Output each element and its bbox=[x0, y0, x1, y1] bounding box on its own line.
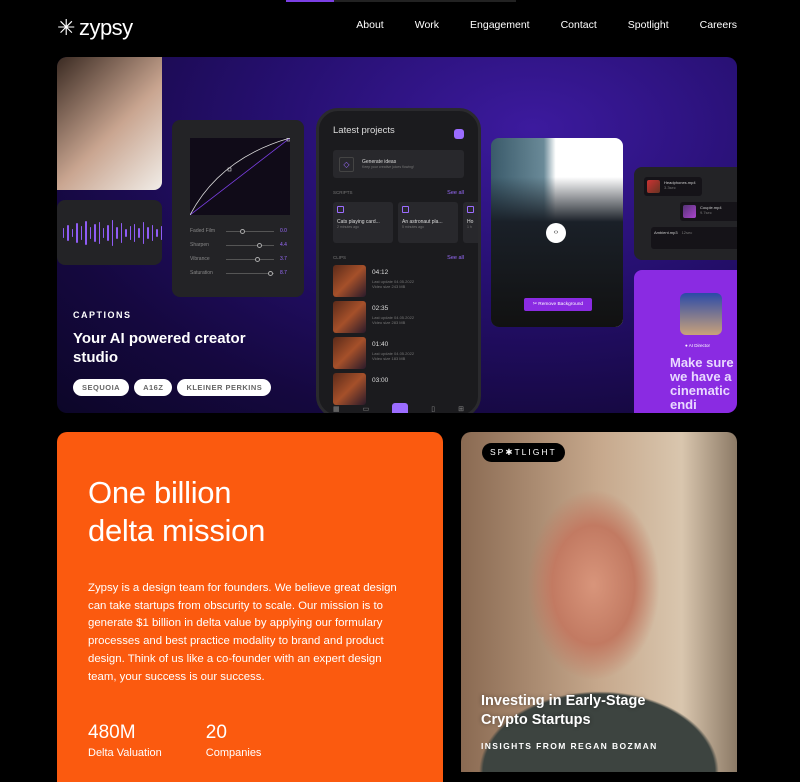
nav-careers[interactable]: Careers bbox=[700, 19, 737, 31]
slider[interactable]: Vibrance 3.7 bbox=[190, 256, 290, 262]
play-icon[interactable]: ▭ bbox=[363, 405, 370, 413]
waveform-bar bbox=[71, 228, 74, 237]
scripts-see-all[interactable]: See all bbox=[447, 190, 464, 196]
waveform-bar bbox=[76, 222, 78, 243]
nav-contact[interactable]: Contact bbox=[561, 19, 597, 31]
generate-subtitle: Keep your creative juices flowing! bbox=[362, 165, 414, 169]
waveform-bar bbox=[147, 226, 149, 239]
spotlight-subtitle: INSIGHTS FROM REGAN BOZMAN bbox=[481, 741, 658, 751]
background-removal-preview: ‹› ✂ Remove Background bbox=[491, 138, 623, 327]
waveform-bar bbox=[89, 226, 92, 239]
waveform-bar bbox=[98, 221, 100, 244]
main-nav: About Work Engagement Contact Spotlight … bbox=[356, 19, 737, 31]
nav-engagement[interactable]: Engagement bbox=[470, 19, 530, 31]
avatar bbox=[454, 129, 464, 139]
waveform-bar bbox=[102, 227, 105, 238]
mission-card: One billion delta mission Zypsy is a desi… bbox=[57, 432, 443, 782]
waveform-bar bbox=[80, 225, 83, 240]
ai-director-message: Make sure we have a cinematic endi bbox=[670, 355, 734, 412]
clip-item[interactable]: 04:12 Last update 04.05.2022 Video size 24… bbox=[333, 265, 464, 297]
waveform-bar bbox=[129, 225, 131, 240]
waveform-bar bbox=[85, 220, 87, 245]
waveform-bar bbox=[67, 224, 69, 241]
clips-see-all[interactable]: See all bbox=[447, 255, 464, 261]
audio-file: Headphones.mp4 3.3sec bbox=[644, 177, 702, 196]
tab-bar: ▦ ▭ ▯ ⊞ bbox=[333, 403, 464, 413]
waveform-bar bbox=[111, 219, 114, 246]
ai-director-label: ● AI Director bbox=[685, 343, 710, 348]
director-avatar bbox=[680, 293, 722, 335]
clips-label: CLIPS bbox=[333, 255, 347, 260]
script-card[interactable]: Cats playing card... 2 minutes ago bbox=[333, 202, 393, 243]
spotlight-badge: SP✱TLIGHT bbox=[482, 443, 565, 462]
nav-spotlight[interactable]: Spotlight bbox=[628, 19, 669, 31]
compare-handle[interactable]: ‹› bbox=[546, 223, 566, 243]
waveform-bar bbox=[160, 225, 163, 240]
curve-graph bbox=[189, 137, 291, 216]
waveform-bar bbox=[120, 222, 123, 243]
remove-background-button[interactable]: ✂ Remove Background bbox=[524, 298, 592, 311]
spotlight-title: Investing in Early-Stage Crypto Startups bbox=[481, 693, 646, 728]
nav-about[interactable]: About bbox=[356, 19, 383, 31]
add-icon[interactable]: ⊞ bbox=[458, 405, 464, 413]
clip-item[interactable]: 02:35 Last update 04.05.2022 Video size 28… bbox=[333, 301, 464, 333]
waveform-bar bbox=[142, 221, 145, 244]
tag-kleiner-perkins: KLEINER PERKINS bbox=[177, 379, 272, 396]
spotlight-card[interactable]: SP✱TLIGHT Investing in Early-Stage Crypt… bbox=[461, 432, 737, 772]
slider[interactable]: Saturation 8.7 bbox=[190, 270, 290, 276]
tag-sequoia: SEQUOIA bbox=[73, 379, 130, 396]
investor-tags: SEQUOIA A16Z KLEINER PERKINS bbox=[73, 379, 272, 396]
waveform-bar bbox=[156, 228, 158, 237]
mission-body: Zypsy is a design team for founders. We … bbox=[88, 582, 397, 683]
tag-a16z: A16Z bbox=[134, 379, 173, 396]
script-card[interactable]: An astronaut pla... 5 minutes ago bbox=[398, 202, 458, 243]
phone-mockup: Latest projects ◇ Generate ideas Keep you… bbox=[316, 108, 481, 413]
hero-title: Your AI powered creator studio bbox=[73, 330, 246, 366]
waveform-bar bbox=[125, 228, 127, 237]
audio-file: Ambient.mp3 12sec bbox=[651, 227, 737, 249]
slider[interactable]: Sharpen 4.4 bbox=[190, 242, 290, 248]
nav-work[interactable]: Work bbox=[415, 19, 439, 31]
progress-bar bbox=[286, 0, 516, 2]
singer-image bbox=[57, 57, 162, 190]
stat-companies: 20 Companies bbox=[205, 722, 262, 760]
waveform-bar bbox=[138, 227, 140, 238]
ai-director-card: ● AI Director Make sure we have a cinema… bbox=[634, 270, 737, 413]
waveform-card bbox=[57, 200, 163, 265]
grid-icon[interactable]: ▦ bbox=[333, 405, 340, 413]
phone-title: Latest projects bbox=[333, 125, 395, 136]
curve-panel: Faded Film 0.0 Sharpen 4.4 Vibrance 3.7 Satura… bbox=[172, 120, 304, 297]
mission-title: One billion delta mission bbox=[88, 475, 266, 548]
remove-bg-label: Remove Background bbox=[538, 302, 584, 307]
waveform-bar bbox=[116, 226, 118, 239]
waveform-bar bbox=[94, 223, 96, 242]
generate-ideas-button[interactable]: ◇ Generate ideas Keep your creative juice… bbox=[333, 150, 464, 178]
hero-card-captions[interactable]: Faded Film 0.0 Sharpen 4.4 Vibrance 3.7 Satura… bbox=[57, 57, 737, 413]
record-tab[interactable] bbox=[392, 403, 409, 413]
waveform-bar bbox=[151, 224, 154, 241]
clip-item[interactable]: 03:00 bbox=[333, 373, 464, 405]
clip-item[interactable]: 01:40 Last update 04.05.2022 Video size 18… bbox=[333, 337, 464, 369]
waveform-bar bbox=[134, 223, 136, 242]
lightbulb-icon: ◇ bbox=[339, 156, 354, 172]
asterisk-icon: ✳ bbox=[57, 15, 75, 40]
logo[interactable]: ✳ zypsy bbox=[57, 15, 133, 41]
audio-files-card: Headphones.mp4 3.3sec Couple.mp4 9.7sec Am… bbox=[634, 167, 737, 260]
waveform-bar bbox=[63, 227, 65, 238]
waveform-bar bbox=[107, 224, 109, 241]
script-card[interactable]: Ho 1 h bbox=[463, 202, 478, 243]
scripts-label: SCRIPTS bbox=[333, 190, 353, 195]
stat-valuation: 480M Delta Valuation bbox=[88, 722, 162, 760]
hero-eyebrow: CAPTIONS bbox=[73, 310, 132, 320]
audio-file: Couple.mp4 9.7sec bbox=[680, 202, 737, 221]
library-icon[interactable]: ▯ bbox=[431, 405, 435, 413]
slider[interactable]: Faded Film 0.0 bbox=[190, 228, 290, 234]
